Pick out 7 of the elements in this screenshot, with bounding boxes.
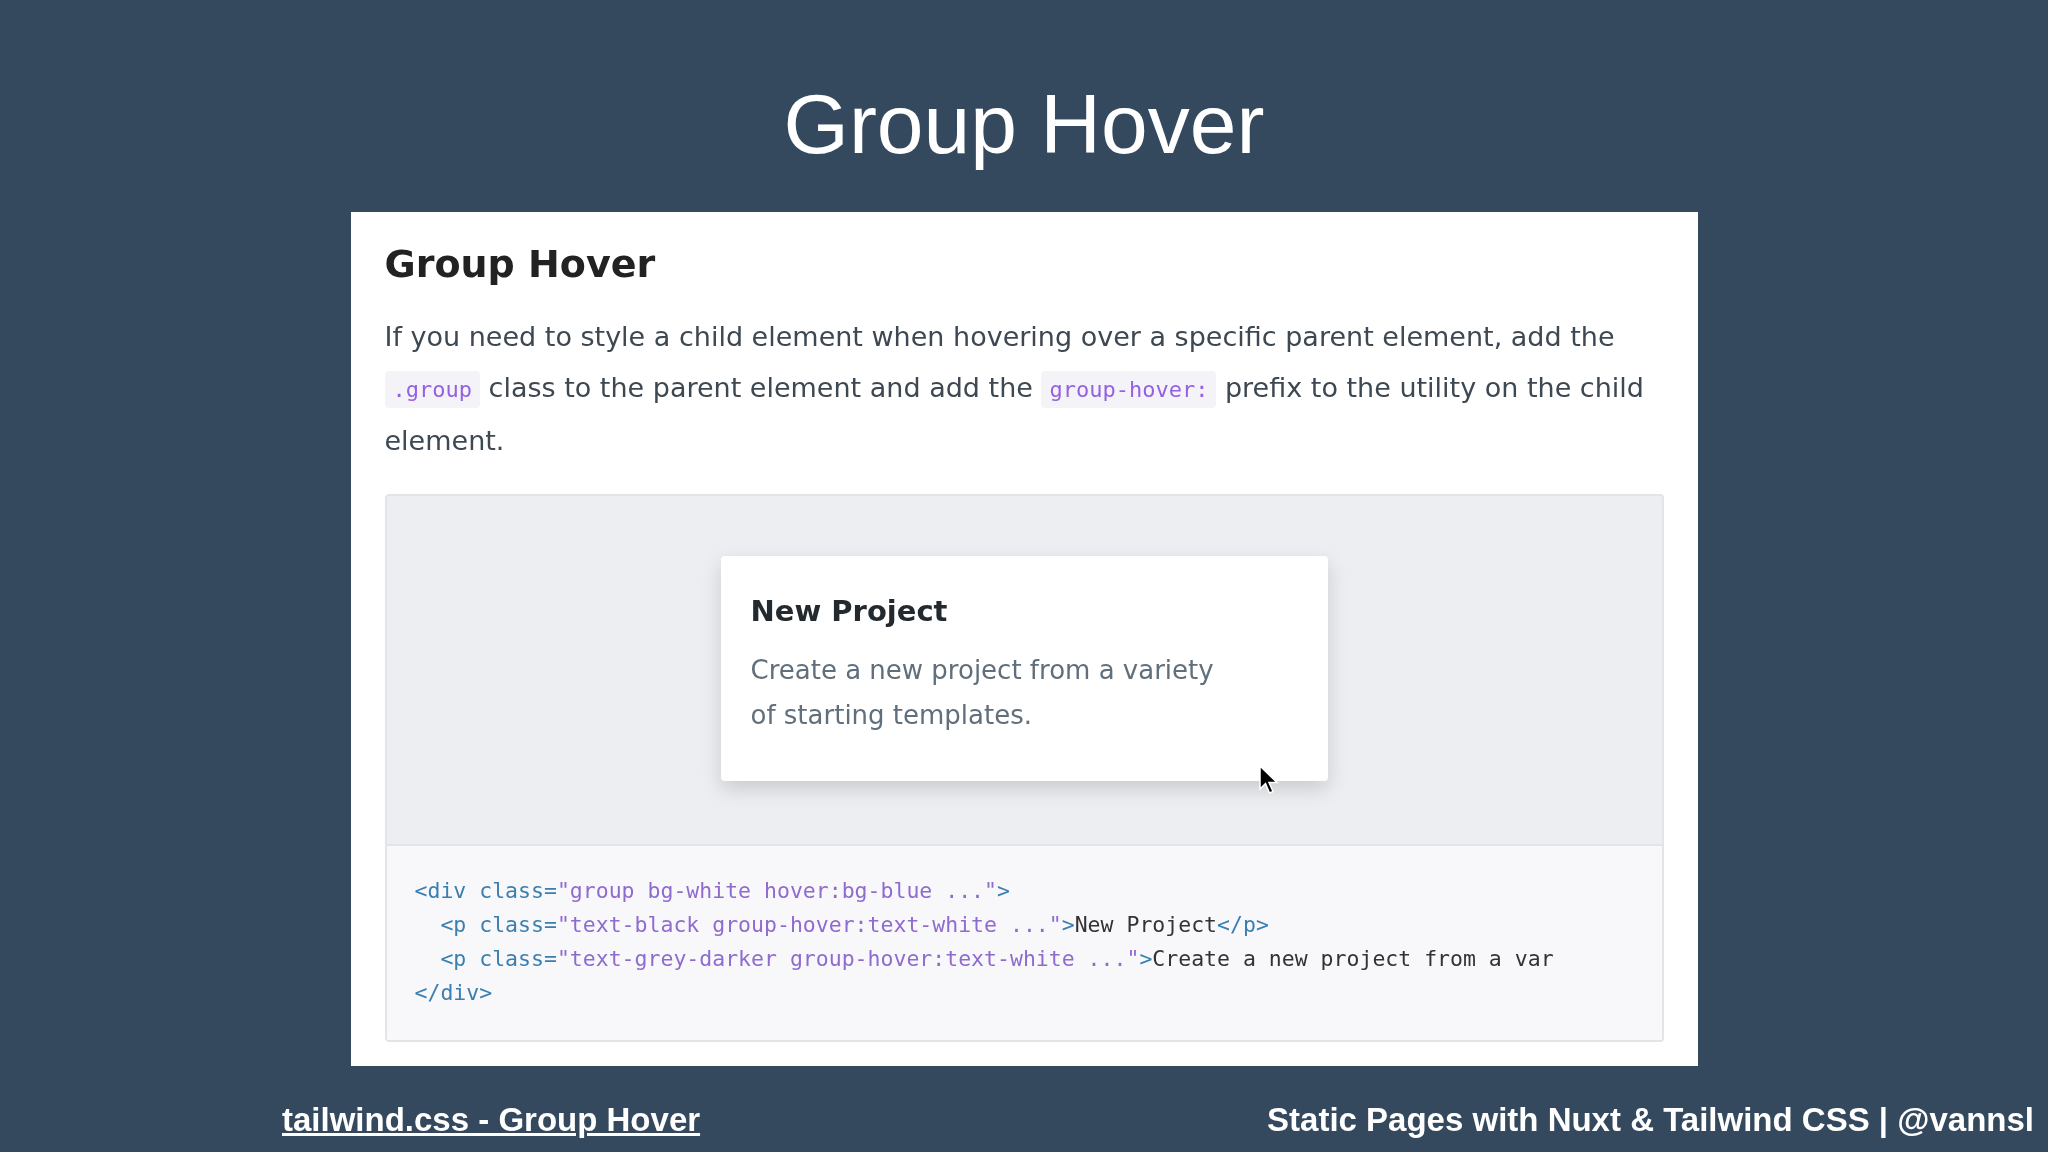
section-heading: Group Hover [384, 241, 657, 288]
card-title: New Project [750, 593, 949, 630]
code-block: <div class="group bg-white hover:bg-blue ..."> <p class="text-black group-hover:text-white ...">New Project</p> <p class="text-grey-darker group-hover:text-white ...">Create a new project from a var </div> [386, 844, 1662, 1040]
card-description: Create a new project from a variety of starting templates. [750, 653, 1215, 732]
tutorial-link[interactable]: tailwind.css - Group Hover [282, 1094, 701, 1144]
presentation-credit: Static Pages with Nuxt & Tailwind CSS | @vannsl [1267, 1099, 2034, 1140]
description-paragraph: If you need to style a child element when hovering over a specific parent element, add the .group class to the parent element and add the group-hover: prefix to the utility on the child element. [384, 320, 1645, 458]
